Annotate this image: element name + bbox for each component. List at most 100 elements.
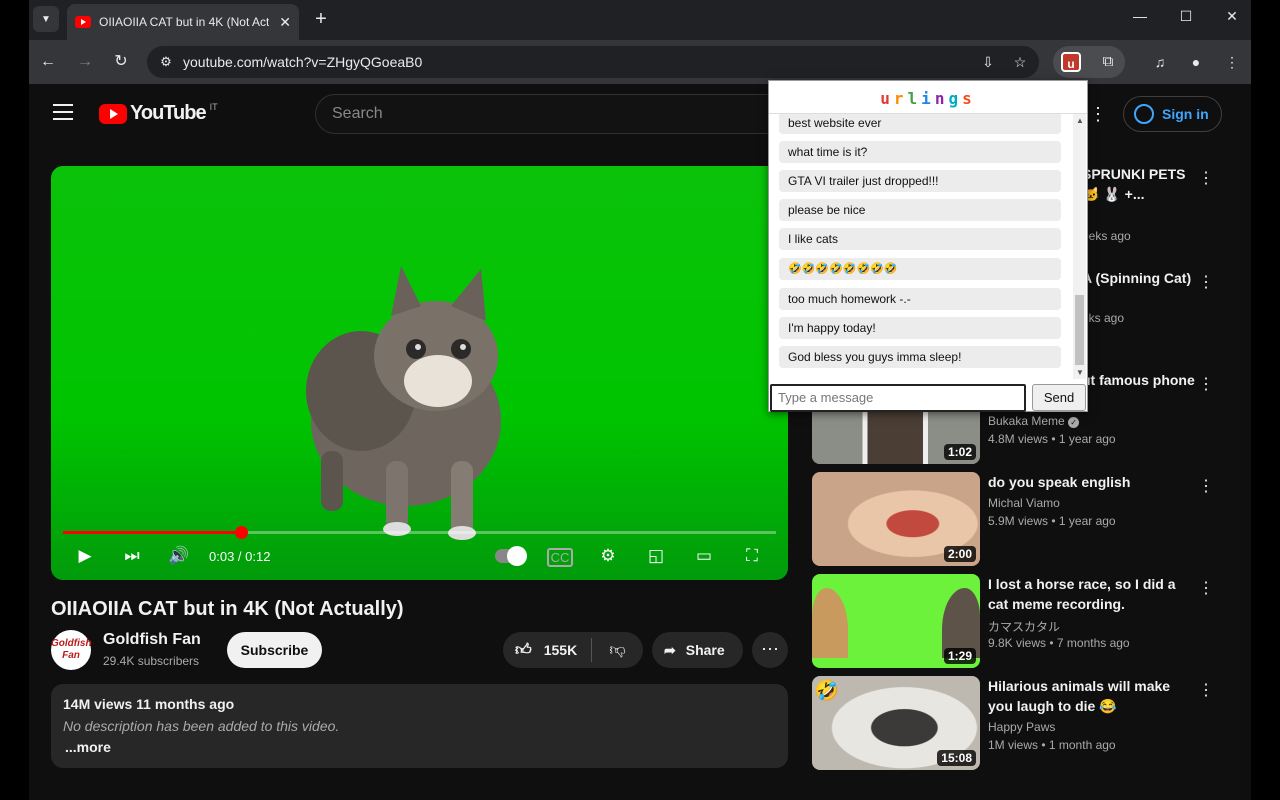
urlings-extension-icon[interactable]: u: [1061, 52, 1081, 72]
brand-letter: g: [948, 89, 963, 108]
scroll-up-arrow-icon[interactable]: ▲: [1076, 116, 1084, 125]
rec-duration: 1:02: [943, 444, 976, 460]
rec-meta: eks ago: [1082, 311, 1125, 325]
rec-kebab-icon[interactable]: ⋮: [1198, 680, 1214, 700]
menu-icon[interactable]: [53, 104, 73, 120]
laughing-emoji-icon: 🤣: [814, 680, 839, 702]
forward-button[interactable]: →: [74, 52, 96, 74]
profile-icon[interactable]: ●: [1185, 52, 1207, 74]
brand-letter: r: [893, 89, 908, 108]
rec-kebab-icon[interactable]: ⋮: [1198, 578, 1214, 598]
rec-kebab-icon[interactable]: ⋮: [1198, 374, 1214, 394]
message-input[interactable]: Type a message: [770, 384, 1026, 412]
scroll-down-arrow-icon[interactable]: ▼: [1076, 368, 1084, 377]
browser-window: ▼ OIIAOIIA CAT but in 4K (Not Actually) …: [29, 0, 1251, 800]
browser-tab[interactable]: OIIAOIIA CAT but in 4K (Not Actually) ✕: [67, 4, 299, 40]
chat-message: 🤣🤣🤣🤣🤣🤣🤣🤣: [779, 258, 1061, 280]
tab-search-button[interactable]: ▼: [33, 6, 59, 32]
youtube-favicon-icon: [75, 16, 91, 28]
captions-icon[interactable]: CC: [546, 548, 574, 567]
progress-fill: [63, 531, 242, 534]
rec-kebab-icon[interactable]: ⋮: [1198, 168, 1214, 188]
rec-duration: 15:08: [937, 750, 976, 766]
description-text: No description has been added to this vi…: [63, 718, 340, 734]
chat-message: too much homework -.-: [779, 288, 1061, 310]
urlings-popup: urlings best website ever what time is i…: [768, 80, 1088, 412]
brand-letter: l: [907, 89, 922, 108]
description-box[interactable]: 14M views 11 months ago No description h…: [51, 684, 788, 768]
rec-kebab-icon[interactable]: ⋮: [1198, 476, 1214, 496]
share-button[interactable]: ➦ Share: [652, 632, 743, 668]
rec-kebab-icon[interactable]: ⋮: [1198, 272, 1214, 292]
extensions-puzzle-icon[interactable]: ⧉: [1097, 51, 1119, 73]
video-title: OIIAOIIA CAT but in 4K (Not Actually): [51, 598, 404, 620]
play-icon[interactable]: ▶: [71, 546, 99, 566]
chat-message: best website ever: [779, 114, 1061, 134]
channel-avatar[interactable]: Goldfish Fan: [51, 630, 92, 670]
rec-thumbnail: 1:29: [812, 574, 980, 668]
message-scrollbar[interactable]: ▲ ▼: [1073, 114, 1086, 379]
bookmark-star-icon[interactable]: ☆: [1009, 51, 1031, 73]
sign-in-label: Sign in: [1162, 106, 1209, 122]
channel-name[interactable]: Goldfish Fan: [103, 631, 201, 649]
brand-letter: s: [962, 89, 976, 108]
rec-channel: Michal Viamo: [988, 496, 1060, 510]
close-window-button[interactable]: ✕: [1209, 8, 1251, 30]
miniplayer-icon[interactable]: ◱: [642, 546, 670, 566]
extensions-group: u ⧉: [1053, 46, 1125, 78]
tab-title: OIIAOIIA CAT but in 4K (Not Actually): [99, 15, 269, 29]
settings-kebab-icon[interactable]: ⋮: [1089, 104, 1107, 125]
rec-channel: Bukaka Meme ✓: [988, 414, 1080, 428]
rec-meta: eeks ago: [1082, 229, 1131, 243]
install-app-icon[interactable]: ⇩: [977, 51, 999, 73]
title-bar: ▼ OIIAOIIA CAT but in 4K (Not Actually) …: [29, 0, 1251, 40]
more-link[interactable]: ...more: [65, 739, 776, 755]
share-label: Share: [685, 642, 725, 658]
video-player[interactable]: ▶ ⏭ 🔊 0:03 / 0:12 CC ⚙ ◱ ▭ ⛶: [51, 166, 788, 580]
progress-scrubber[interactable]: [235, 526, 249, 539]
back-button[interactable]: ←: [37, 52, 59, 74]
settings-gear-icon[interactable]: ⚙: [594, 546, 622, 566]
reload-button[interactable]: ↻: [110, 52, 132, 74]
rec-meta: 4.8M views • 1 year ago: [988, 432, 1116, 446]
next-icon[interactable]: ⏭: [118, 546, 146, 566]
rec-title: ut famous phone: [1082, 372, 1195, 388]
message-list[interactable]: best website ever what time is it? GTA V…: [769, 114, 1073, 379]
site-info-icon[interactable]: ⚙: [155, 51, 177, 73]
autoplay-toggle[interactable]: [494, 546, 528, 566]
rec-duration: 1:29: [943, 648, 976, 664]
maximize-button[interactable]: ☐: [1163, 8, 1209, 30]
send-button[interactable]: Send: [1032, 384, 1086, 411]
more-actions-button[interactable]: ⋯: [752, 632, 788, 668]
account-icon: [1134, 104, 1154, 124]
sign-in-button[interactable]: Sign in: [1123, 96, 1222, 132]
media-controls-icon[interactable]: ♫: [1149, 52, 1171, 74]
close-tab-icon[interactable]: ✕: [279, 14, 291, 31]
like-button[interactable]: 👍︎ 155K: [503, 641, 591, 660]
new-tab-button[interactable]: +: [309, 8, 333, 32]
browser-menu-icon[interactable]: ⋮: [1221, 52, 1243, 74]
fullscreen-icon[interactable]: ⛶: [738, 546, 766, 566]
dislike-button[interactable]: 👎︎: [592, 641, 643, 660]
thumbs-down-icon: 👎︎: [609, 641, 626, 659]
theater-mode-icon[interactable]: ▭: [690, 546, 718, 566]
address-bar[interactable]: ⚙ youtube.com/watch?v=ZHgyQGoeaB0 ⇩ ☆: [147, 46, 1039, 78]
chat-message: please be nice: [779, 199, 1061, 221]
cat-image: [306, 266, 501, 540]
search-input[interactable]: Search: [315, 94, 785, 134]
scrollbar-thumb[interactable]: [1075, 295, 1084, 365]
rec-meta: 1M views • 1 month ago: [988, 738, 1116, 752]
logo-text: YouTube: [130, 102, 207, 124]
brand-letter: n: [934, 89, 949, 108]
minimize-button[interactable]: —: [1117, 8, 1163, 30]
country-code: IT: [209, 101, 218, 112]
youtube-logo[interactable]: YouTube IT: [99, 102, 218, 125]
volume-icon[interactable]: 🔊: [165, 546, 193, 566]
subscribe-button[interactable]: Subscribe: [227, 632, 322, 668]
rec-title: I lost a horse race, so I did a cat meme…: [988, 576, 1176, 612]
rec-channel: カマスカタル: [988, 620, 1061, 634]
rec-thumbnail: 🤣 15:08: [812, 676, 980, 770]
rec-channel: Happy Paws: [988, 720, 1056, 734]
progress-bar[interactable]: [63, 526, 776, 539]
rec-meta: 5.9M views • 1 year ago: [988, 514, 1116, 528]
